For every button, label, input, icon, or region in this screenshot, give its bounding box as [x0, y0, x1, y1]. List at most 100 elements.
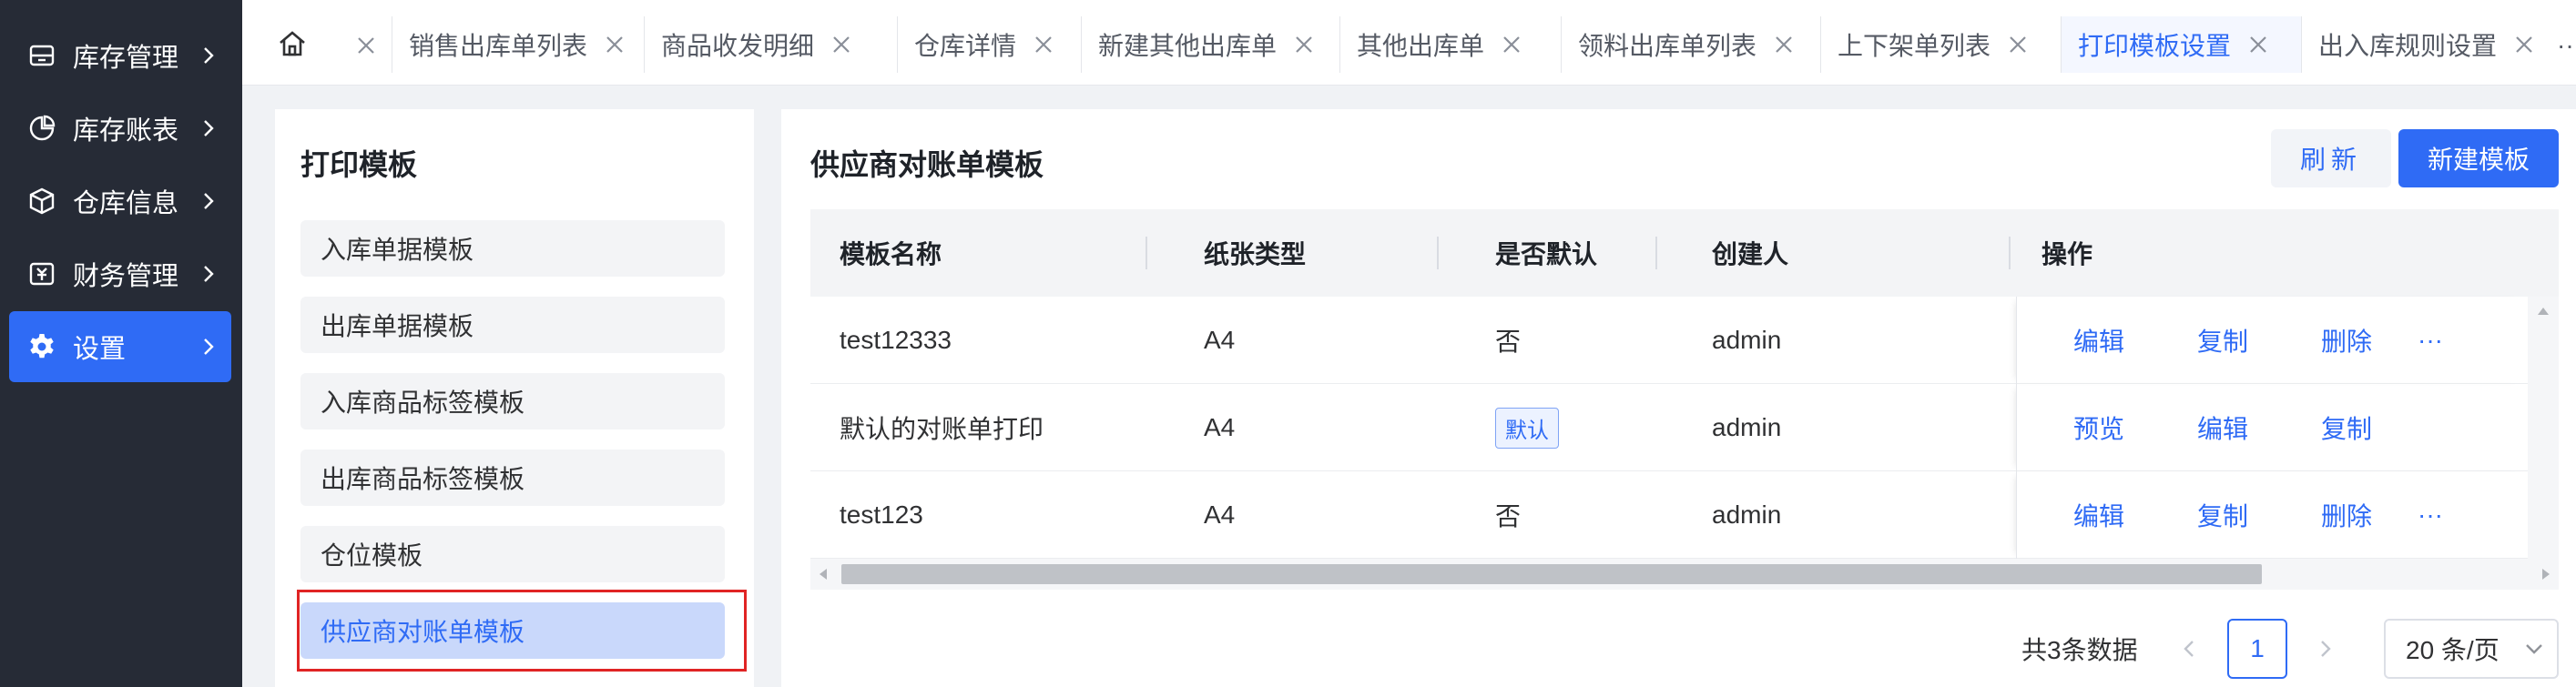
edit-link[interactable]: 编辑 [2197, 384, 2248, 471]
template-list-panel: 供应商对账单模板 刷新 新建模板 模板名称 纸张类型 是否默认 创建人 操作 t… [781, 109, 2576, 687]
default-badge: 默认 [1495, 407, 1559, 449]
vertical-scrollbar[interactable] [2528, 297, 2559, 559]
close-icon[interactable] [1025, 26, 1062, 63]
tab-shelving-list[interactable]: 上下架单列表 [1820, 16, 2061, 73]
template-category-location[interactable]: 仓位模板 [300, 526, 725, 582]
pagination-prev-button[interactable] [2164, 619, 2215, 679]
tab-label: 上下架单列表 [1838, 32, 1991, 60]
panel-title: 打印模板 [300, 148, 418, 181]
tab-inout-rule-settings[interactable]: 出入库规则设置 [2301, 16, 2557, 73]
copy-link[interactable]: 复制 [2197, 471, 2248, 559]
pagination-page-1[interactable]: 1 [2227, 619, 2287, 679]
template-category-supplier-statement[interactable]: 供应商对账单模板 [300, 602, 725, 659]
cell-name: test12333 [840, 326, 952, 354]
chevron-right-icon [195, 333, 222, 360]
chevron-right-icon [2321, 641, 2331, 657]
gear-icon [24, 328, 60, 365]
column-header-actions: 操作 [2041, 240, 2093, 268]
tab-label: 领料出库单列表 [1578, 32, 1757, 60]
tab-other-outbound[interactable]: 其他出库单 [1339, 16, 1561, 73]
more-actions-icon[interactable]: ··· [2418, 471, 2443, 559]
close-icon[interactable] [823, 26, 860, 63]
close-icon[interactable] [2506, 26, 2542, 63]
column-header-name: 模板名称 [840, 240, 942, 268]
building-icon [24, 37, 60, 74]
cell-paper: A4 [1204, 500, 1236, 529]
tab-label: 商品收发明细 [661, 32, 815, 60]
tab-label: 新建其他出库单 [1098, 32, 1278, 60]
column-header-paper: 纸张类型 [1204, 240, 1307, 268]
sidebar-item-inventory-ledger[interactable]: 库存账表 [9, 93, 231, 164]
close-icon[interactable] [1493, 26, 1530, 63]
sidebar-item-settings[interactable]: 设置 [9, 311, 231, 382]
close-icon[interactable] [1286, 26, 1322, 63]
table-row: 默认的对账单打印 A4 默认 admin 预览 编辑 复制 [810, 384, 2559, 471]
row-actions: 编辑 复制 删除 ··· [2016, 471, 2526, 559]
sidebar-item-warehouse-info[interactable]: 仓库信息 [9, 166, 231, 237]
cell-paper: A4 [1204, 413, 1236, 441]
tab-goods-flow-detail[interactable]: 商品收发明细 [644, 16, 897, 73]
tab-material-outbound-list[interactable]: 领料出库单列表 [1561, 16, 1820, 73]
page-title: 供应商对账单模板 [810, 148, 1044, 181]
delete-link[interactable]: 删除 [2321, 471, 2372, 559]
sidebar-item-label: 库存管理 [73, 44, 179, 73]
template-category-outbound-document[interactable]: 出库单据模板 [300, 297, 725, 353]
chevron-down-icon [2526, 644, 2542, 654]
close-icon[interactable] [2240, 26, 2276, 63]
template-category-outbound-label[interactable]: 出库商品标签模板 [300, 450, 725, 506]
finance-icon [24, 256, 60, 292]
column-divider [1145, 237, 1147, 269]
box-icon [24, 183, 60, 219]
sidebar-item-label: 仓库信息 [73, 189, 179, 218]
row-actions: 编辑 复制 删除 ··· [2016, 297, 2526, 384]
close-icon[interactable] [2000, 26, 2036, 63]
template-category-inbound-label[interactable]: 入库商品标签模板 [300, 373, 725, 429]
copy-link[interactable]: 复制 [2321, 384, 2372, 471]
cell-creator: admin [1712, 500, 1782, 529]
cell-creator: admin [1712, 413, 1782, 441]
template-category-panel: 打印模板 入库单据模板 出库单据模板 入库商品标签模板 出库商品标签模板 仓位模… [275, 109, 754, 687]
preview-link[interactable]: 预览 [2073, 384, 2124, 471]
tab-label: 销售出库单列表 [409, 32, 588, 60]
tab-sales-outbound-list[interactable]: 销售出库单列表 [392, 16, 644, 73]
close-icon[interactable] [596, 26, 633, 63]
refresh-button[interactable]: 刷新 [2271, 129, 2391, 187]
row-actions: 预览 编辑 复制 [2016, 384, 2526, 471]
pagination-next-button[interactable] [2300, 619, 2351, 679]
sidebar-item-label: 库存账表 [73, 116, 179, 146]
tab-warehouse-detail[interactable]: 仓库详情 [897, 16, 1081, 73]
sidebar: 库存管理 库存账表 仓库信息 财务管理 设置 [0, 0, 242, 687]
column-header-default: 是否默认 [1495, 240, 1598, 268]
page-size-select[interactable]: 20 条/页 [2384, 619, 2559, 679]
tab-print-template-settings[interactable]: 打印模板设置 [2061, 16, 2301, 73]
tab-new-other-outbound[interactable]: 新建其他出库单 [1081, 16, 1339, 73]
scroll-right-icon [2542, 569, 2550, 580]
cell-name: 默认的对账单打印 [840, 415, 1044, 443]
tab-overflow-more[interactable]: ··· [2557, 18, 2576, 73]
close-icon[interactable] [1766, 26, 1802, 63]
table-header: 模板名称 纸张类型 是否默认 创建人 操作 [810, 209, 2559, 297]
tab-label: 出入库规则设置 [2318, 32, 2498, 60]
chevron-right-icon [195, 42, 222, 69]
column-divider [1437, 237, 1439, 269]
table-row: test123 A4 否 admin 编辑 复制 删除 ··· [810, 471, 2559, 559]
scroll-left-icon [820, 569, 827, 580]
sidebar-item-inventory-management[interactable]: 库存管理 [9, 20, 231, 91]
copy-link[interactable]: 复制 [2197, 297, 2248, 384]
tab-home-close-icon[interactable] [348, 18, 384, 73]
edit-link[interactable]: 编辑 [2073, 471, 2124, 559]
tab-home[interactable] [242, 18, 342, 73]
template-category-inbound-document[interactable]: 入库单据模板 [300, 220, 725, 277]
home-icon [278, 29, 307, 63]
horizontal-scrollbar[interactable] [810, 559, 2559, 590]
edit-link[interactable]: 编辑 [2073, 297, 2124, 384]
tab-label: 打印模板设置 [2078, 32, 2232, 60]
cell-creator: admin [1712, 326, 1782, 354]
more-actions-icon[interactable]: ··· [2418, 297, 2443, 384]
delete-link[interactable]: 删除 [2321, 297, 2372, 384]
scrollbar-thumb[interactable] [841, 564, 2262, 584]
sidebar-item-finance-management[interactable]: 财务管理 [9, 238, 231, 309]
sidebar-item-label: 财务管理 [73, 262, 179, 291]
cell-default: 否 [1495, 502, 1522, 530]
new-template-button[interactable]: 新建模板 [2398, 129, 2559, 187]
